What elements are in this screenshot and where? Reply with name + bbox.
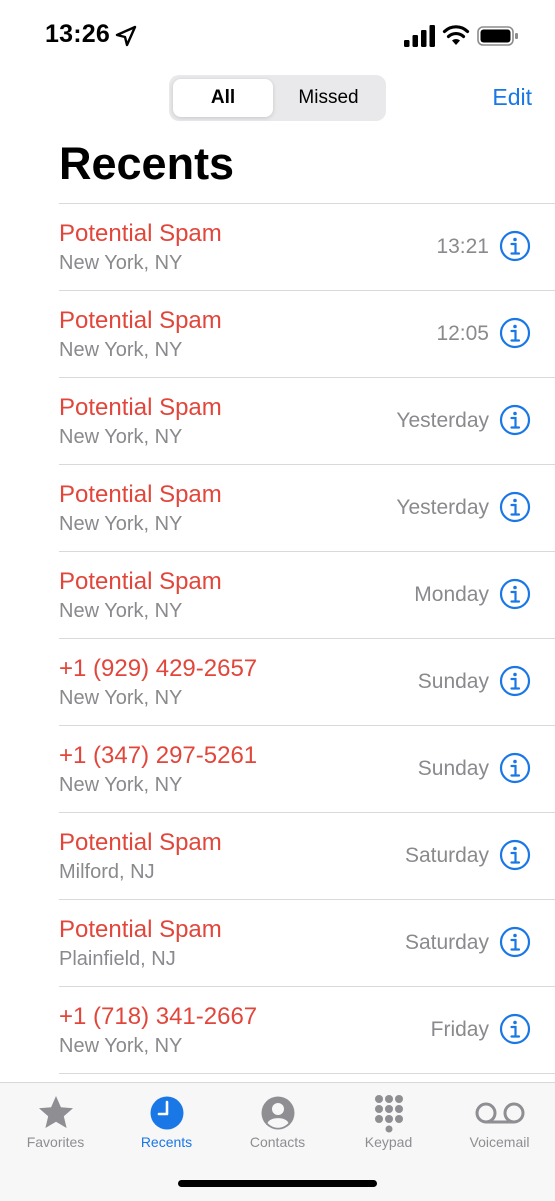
- voicemail-icon: [475, 1102, 524, 1124]
- tab-label: Favorites: [26, 1134, 85, 1150]
- wifi-icon: [442, 25, 470, 45]
- info-icon[interactable]: [499, 1013, 531, 1045]
- cellular-signal-icon: [404, 25, 435, 47]
- info-icon[interactable]: [499, 491, 531, 523]
- info-icon[interactable]: [499, 926, 531, 958]
- recent-calls-list: Potential Spam New York, NY 13:21 Potent…: [0, 203, 555, 1094]
- call-row[interactable]: Potential Spam New York, NY Monday: [59, 551, 555, 638]
- tab-label: Recents: [140, 1134, 193, 1150]
- info-icon[interactable]: [499, 839, 531, 871]
- call-time: Friday: [430, 1018, 489, 1041]
- tab-label: Contacts: [249, 1134, 306, 1150]
- edit-button[interactable]: Edit: [492, 84, 532, 111]
- caller-name: Potential Spam: [59, 394, 222, 421]
- caller-location: New York, NY: [59, 1035, 183, 1057]
- star-icon: [38, 1096, 73, 1128]
- tab-keypad[interactable]: Keypad: [333, 1083, 444, 1163]
- call-time: Yesterday: [396, 496, 489, 519]
- caller-name: +1 (718) 341-2667: [59, 1003, 258, 1030]
- tab-label: Keypad: [364, 1134, 413, 1150]
- caller-location: New York, NY: [59, 687, 183, 709]
- caller-name: Potential Spam: [59, 829, 222, 856]
- info-icon[interactable]: [499, 752, 531, 784]
- tab-favorites[interactable]: Favorites: [0, 1083, 111, 1163]
- call-time: Monday: [414, 583, 489, 606]
- caller-name: Potential Spam: [59, 481, 222, 508]
- caller-location: New York, NY: [59, 252, 183, 274]
- caller-location: New York, NY: [59, 339, 183, 361]
- tab-contacts[interactable]: Contacts: [222, 1083, 333, 1163]
- tab-label: Voicemail: [469, 1134, 530, 1150]
- caller-name: +1 (929) 429-2657: [59, 655, 258, 682]
- caller-name: Potential Spam: [59, 220, 222, 247]
- home-indicator[interactable]: [178, 1180, 377, 1187]
- call-time: 12:05: [436, 322, 489, 345]
- call-time: Sunday: [417, 757, 489, 780]
- clock-icon: [150, 1096, 183, 1130]
- location-arrow-icon: [115, 25, 137, 47]
- call-row[interactable]: Potential Spam New York, NY Yesterday: [59, 377, 555, 464]
- call-row[interactable]: Potential Spam New York, NY Yesterday: [59, 464, 555, 551]
- page-title: Recents: [59, 138, 235, 189]
- person-circle-icon: [261, 1096, 294, 1130]
- call-row[interactable]: +1 (929) 429-2657 New York, NY Sunday: [59, 638, 555, 725]
- call-row[interactable]: +1 (347) 297-5261 New York, NY Sunday: [59, 725, 555, 812]
- info-icon[interactable]: [499, 578, 531, 610]
- tab-voicemail[interactable]: Voicemail: [444, 1083, 555, 1163]
- info-icon[interactable]: [499, 230, 531, 262]
- caller-name: Potential Spam: [59, 307, 222, 334]
- segment-missed[interactable]: Missed: [275, 79, 382, 117]
- call-time: 13:21: [436, 235, 489, 258]
- call-row[interactable]: Potential Spam New York, NY 13:21: [59, 203, 555, 290]
- call-time: Sunday: [417, 670, 489, 693]
- status-time: 13:26: [45, 20, 110, 48]
- status-bar: 13:26: [0, 0, 555, 70]
- call-time: Saturday: [404, 931, 489, 954]
- tab-recents[interactable]: Recents: [111, 1083, 222, 1163]
- info-icon[interactable]: [499, 665, 531, 697]
- keypad-icon: [374, 1095, 403, 1133]
- caller-location: New York, NY: [59, 600, 183, 622]
- call-row[interactable]: Potential Spam Plainfield, NJ Saturday: [59, 899, 555, 986]
- caller-location: Milford, NJ: [59, 861, 155, 883]
- call-time: Saturday: [404, 844, 489, 867]
- caller-name: Potential Spam: [59, 568, 222, 595]
- caller-name: Potential Spam: [59, 916, 222, 943]
- call-time: Yesterday: [396, 409, 489, 432]
- battery-icon: [477, 26, 518, 46]
- segment-all[interactable]: All: [173, 79, 273, 117]
- call-row[interactable]: Potential Spam New York, NY 12:05: [59, 290, 555, 377]
- info-icon[interactable]: [499, 404, 531, 436]
- call-row[interactable]: +1 (718) 341-2667 New York, NY Friday: [59, 986, 555, 1073]
- caller-location: New York, NY: [59, 426, 183, 448]
- call-filter-segmented-control: All Missed: [169, 75, 386, 121]
- info-icon[interactable]: [499, 317, 531, 349]
- call-row[interactable]: Potential Spam Milford, NJ Saturday: [59, 812, 555, 899]
- caller-name: +1 (347) 297-5261: [59, 742, 258, 769]
- caller-location: Plainfield, NJ: [59, 948, 176, 970]
- caller-location: New York, NY: [59, 774, 183, 796]
- caller-location: New York, NY: [59, 513, 183, 535]
